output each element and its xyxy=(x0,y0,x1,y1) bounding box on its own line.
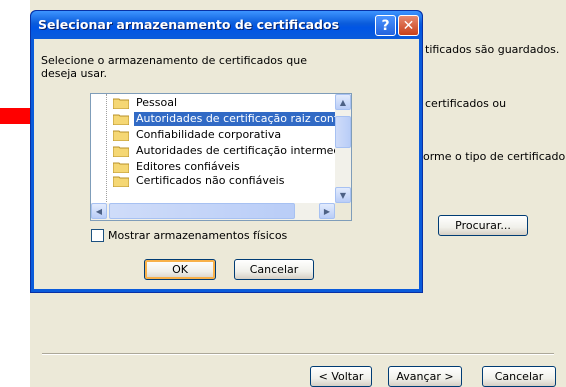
store-item-trusted-publishers[interactable]: Editores confiáveis xyxy=(113,159,242,175)
folder-icon xyxy=(113,130,129,141)
folder-icon xyxy=(113,176,129,187)
dialog-title: Selecionar armazenamento de certificados xyxy=(38,17,340,32)
wizard-text-type: orme o tipo de certificado xyxy=(423,150,566,163)
horizontal-scroll-thumb[interactable] xyxy=(109,203,295,219)
folder-icon xyxy=(113,162,129,173)
store-item-pessoal[interactable]: Pessoal xyxy=(113,95,179,111)
scrollbar-corner xyxy=(335,203,351,220)
dialog-prompt: Selecione o armazenamento de certificado… xyxy=(41,54,307,80)
ok-button[interactable]: OK xyxy=(144,259,216,280)
dialog-client: Selecione o armazenamento de certificado… xyxy=(34,39,419,289)
scroll-up-icon[interactable]: ▲ xyxy=(335,94,351,110)
browse-button[interactable]: Procurar... xyxy=(438,215,528,236)
help-icon[interactable]: ? xyxy=(375,15,396,36)
vertical-scrollbar[interactable]: ▲ ▼ xyxy=(335,94,351,203)
scroll-right-icon[interactable]: ▶ xyxy=(319,203,335,219)
certificate-store-tree[interactable]: Pessoal Autoridades de certificação raiz… xyxy=(90,93,352,221)
wizard-text-stores: tificados são guardados. xyxy=(425,43,560,56)
tree-lines xyxy=(106,94,108,204)
dialog-cancel-button[interactable]: Cancelar xyxy=(234,259,314,280)
folder-icon xyxy=(113,114,129,125)
folder-icon xyxy=(113,98,129,109)
folder-icon xyxy=(113,146,129,157)
store-item-intermediate[interactable]: Autoridades de certificação intermediári… xyxy=(113,143,351,159)
store-item-enterprise-trust[interactable]: Confiabilidade corporativa xyxy=(113,127,283,143)
wizard-cancel-button[interactable]: Cancelar xyxy=(482,366,556,387)
close-icon[interactable]: ✕ xyxy=(398,15,419,36)
scroll-left-icon[interactable]: ◀ xyxy=(91,203,107,219)
wizard-text-certificates: certificados ou xyxy=(425,97,507,110)
select-certificate-store-dialog: Selecionar armazenamento de certificados… xyxy=(30,10,423,293)
show-physical-stores-label[interactable]: Mostrar armazenamentos físicos xyxy=(108,229,287,242)
wizard-divider xyxy=(42,353,554,355)
show-physical-stores-row[interactable]: Mostrar armazenamentos físicos xyxy=(91,229,287,242)
scroll-down-icon[interactable]: ▼ xyxy=(335,187,351,203)
horizontal-scrollbar[interactable]: ◀ ▶ xyxy=(91,203,335,220)
store-item-trusted-root[interactable]: Autoridades de certificação raiz confiáv… xyxy=(113,111,351,127)
store-item-untrusted[interactable]: Certificados não confiáveis xyxy=(113,175,286,187)
dialog-titlebar[interactable]: Selecionar armazenamento de certificados… xyxy=(31,11,422,39)
back-button[interactable]: < Voltar xyxy=(310,366,372,387)
show-physical-stores-checkbox[interactable] xyxy=(91,229,104,242)
vertical-scroll-thumb[interactable] xyxy=(335,116,351,148)
next-button[interactable]: Avançar > xyxy=(388,366,462,387)
